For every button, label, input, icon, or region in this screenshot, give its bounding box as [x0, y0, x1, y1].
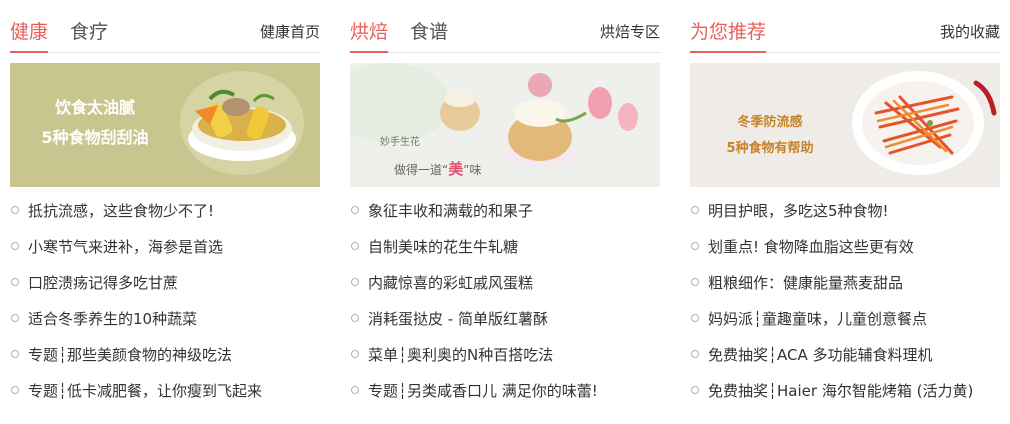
baking-column: 烘焙 食谱 烘焙专区 妙手生花 做得一道“美”味 象征丰收和满载的和果子 自制美… — [350, 0, 660, 400]
list-item[interactable]: 自制美味的花生牛轧糖 — [350, 229, 660, 265]
recommend-banner-line-1: 冬季防流感 — [737, 114, 802, 130]
baking-header: 烘焙 食谱 烘焙专区 — [350, 0, 660, 53]
list-item[interactable]: 明目护眼，多吃这5种食物! — [690, 193, 1000, 229]
list-item[interactable]: 妈妈派┆童趣童味，儿童创意餐点 — [690, 301, 1000, 337]
bullet-icon — [11, 278, 19, 286]
bullet-icon — [691, 386, 699, 394]
my-favorites-link[interactable]: 我的收藏 — [940, 22, 1000, 42]
tab-baking[interactable]: 烘焙 — [350, 19, 389, 53]
list-item[interactable]: 菜单┆奥利奥的N种百搭吃法 — [350, 337, 660, 373]
tab-recommended[interactable]: 为您推荐 — [690, 19, 767, 53]
list-item[interactable]: 适合冬季养生的10种蔬菜 — [10, 301, 320, 337]
list-item[interactable]: 免费抽奖┆ACA 多功能辅食料理机 — [690, 337, 1000, 373]
health-banner-line-1: 饮食太油腻 — [54, 98, 135, 117]
bullet-icon — [691, 206, 699, 214]
baking-banner-caption-small: 妙手生花 — [380, 135, 420, 148]
recommend-banner-image: 冬季防流感 5种食物有帮助 — [690, 63, 1000, 187]
recommend-column: 为您推荐 我的收藏 冬季防流感 5种食物有帮助 明目护眼，多吃这5种食物! 划重… — [690, 0, 1000, 400]
bullet-icon — [691, 242, 699, 250]
baking-banner[interactable]: 妙手生花 做得一道“美”味 — [350, 63, 660, 187]
bullet-icon — [351, 350, 359, 358]
bullet-icon — [351, 278, 359, 286]
bullet-icon — [11, 386, 19, 394]
list-item[interactable]: 粗粮细作：健康能量燕麦甜品 — [690, 265, 1000, 301]
food-panels: 健康 食疗 健康首页 饮食太油腻 5种食物刮刮油 抵抗流感，这些食物少不了! 小… — [0, 0, 1010, 424]
list-item[interactable]: 划重点! 食物降血脂这些更有效 — [690, 229, 1000, 265]
bullet-icon — [11, 350, 19, 358]
health-column: 健康 食疗 健康首页 饮食太油腻 5种食物刮刮油 抵抗流感，这些食物少不了! 小… — [10, 0, 320, 400]
tab-health[interactable]: 健康 — [10, 19, 49, 53]
recommend-banner[interactable]: 冬季防流感 5种食物有帮助 — [690, 63, 1000, 187]
health-article-list: 抵抗流感，这些食物少不了! 小寒节气来进补，海参是首选 口腔溃疡记得多吃甘蔗 适… — [10, 193, 320, 409]
bullet-icon — [691, 350, 699, 358]
list-item[interactable]: 象征丰收和满载的和果子 — [350, 193, 660, 229]
list-item[interactable]: 抵抗流感，这些食物少不了! — [10, 193, 320, 229]
bullet-icon — [691, 314, 699, 322]
list-item[interactable]: 专题┆低卡减肥餐，让你瘦到飞起来 — [10, 373, 320, 409]
tab-diet-therapy[interactable]: 食疗 — [70, 19, 108, 51]
bullet-icon — [691, 278, 699, 286]
baking-banner-caption: 做得一道“美”味 — [394, 160, 481, 178]
bullet-icon — [11, 242, 19, 250]
bullet-icon — [351, 242, 359, 250]
list-item[interactable]: 免费抽奖┆Haier 海尔智能烤箱 (活力黄) — [690, 373, 1000, 409]
baking-banner-image: 妙手生花 做得一道“美”味 — [350, 63, 660, 187]
health-banner-line-2: 5种食物刮刮油 — [41, 128, 148, 147]
recommend-header: 为您推荐 我的收藏 — [690, 0, 1000, 53]
health-banner-image: 饮食太油腻 5种食物刮刮油 — [10, 63, 320, 187]
bullet-icon — [351, 386, 359, 394]
list-item[interactable]: 口腔溃疡记得多吃甘蔗 — [10, 265, 320, 301]
list-item[interactable]: 消耗蛋挞皮 - 简单版红薯酥 — [350, 301, 660, 337]
bullet-icon — [11, 314, 19, 322]
bullet-icon — [11, 206, 19, 214]
recommend-banner-line-2: 5种食物有帮助 — [726, 140, 813, 156]
health-home-link[interactable]: 健康首页 — [260, 22, 320, 42]
health-header: 健康 食疗 健康首页 — [10, 0, 320, 53]
baking-article-list: 象征丰收和满载的和果子 自制美味的花生牛轧糖 内藏惊喜的彩虹戚风蛋糕 消耗蛋挞皮… — [350, 193, 660, 409]
list-item[interactable]: 小寒节气来进补，海参是首选 — [10, 229, 320, 265]
recommend-article-list: 明目护眼，多吃这5种食物! 划重点! 食物降血脂这些更有效 粗粮细作：健康能量燕… — [690, 193, 1000, 409]
bullet-icon — [351, 206, 359, 214]
bullet-icon — [351, 314, 359, 322]
tab-recipes[interactable]: 食谱 — [410, 19, 448, 51]
list-item[interactable]: 专题┆另类咸香口儿 满足你的味蕾! — [350, 373, 660, 409]
list-item[interactable]: 内藏惊喜的彩虹戚风蛋糕 — [350, 265, 660, 301]
health-banner[interactable]: 饮食太油腻 5种食物刮刮油 — [10, 63, 320, 187]
baking-zone-link[interactable]: 烘焙专区 — [600, 22, 660, 42]
list-item[interactable]: 专题┆那些美颜食物的神级吃法 — [10, 337, 320, 373]
